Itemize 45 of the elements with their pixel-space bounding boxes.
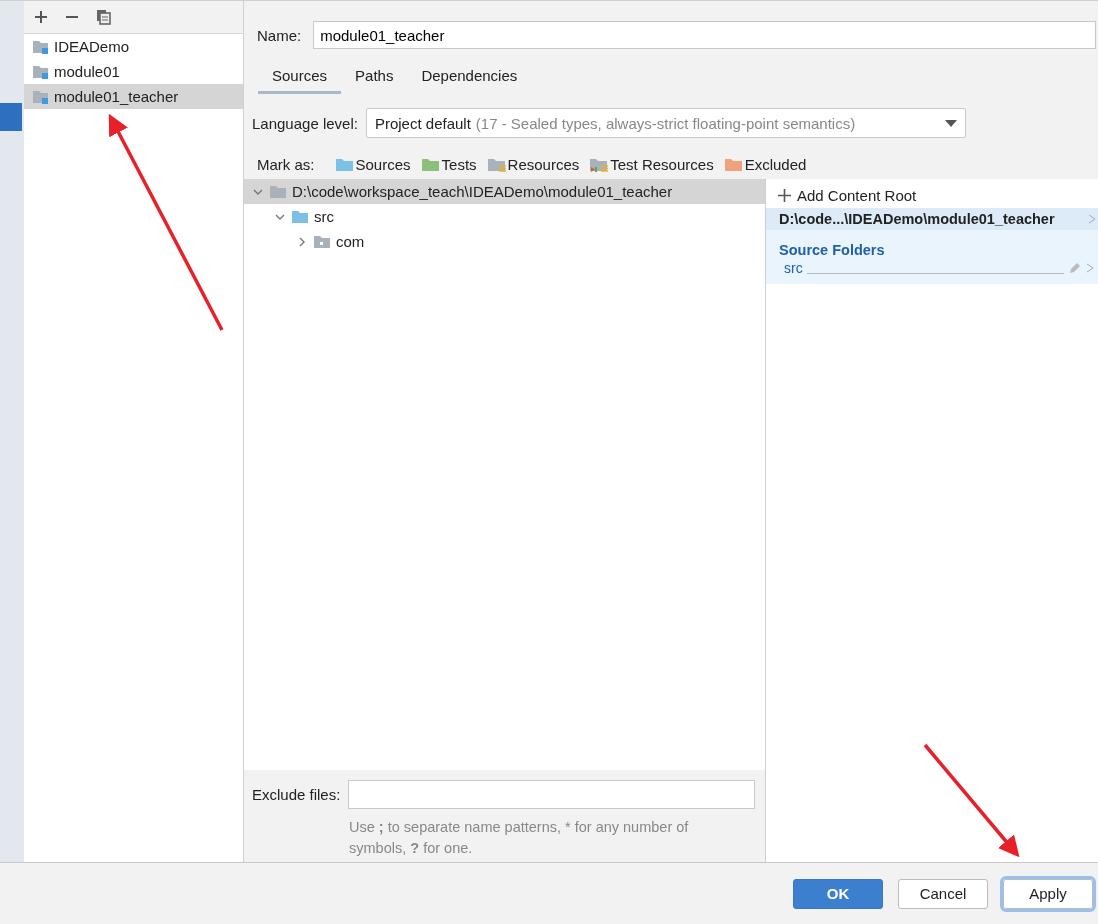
name-field[interactable]: module01_teacher	[313, 21, 1096, 49]
copy-icon[interactable]	[96, 9, 112, 25]
selection-marker	[0, 103, 22, 131]
content-root-path: D:\code...\IDEADemo\module01_teacher	[779, 211, 1055, 227]
dialog-button[interactable]: Cancel	[898, 878, 988, 909]
module-item[interactable]: module01	[24, 59, 243, 84]
language-level-label: Language level:	[252, 114, 358, 132]
folder-icon	[486, 156, 507, 173]
name-label: Name:	[257, 26, 302, 44]
caret-icon	[944, 120, 957, 127]
mark-as-button[interactable]: Tests	[420, 156, 477, 173]
folder-icon	[723, 156, 744, 173]
section-title: Source Folders	[778, 241, 886, 260]
module-item[interactable]: module01_teacher	[24, 84, 243, 109]
add-icon	[778, 189, 791, 202]
module-folder-icon	[32, 38, 50, 55]
folder-icon	[589, 156, 610, 173]
tree-item[interactable]: src	[244, 204, 765, 229]
dialog-button[interactable]: Apply	[1003, 878, 1093, 909]
mark-as-label: Mark as:	[257, 156, 315, 173]
folder-icon	[334, 156, 355, 173]
folder-icon	[269, 183, 287, 200]
module-folder-icon	[32, 63, 50, 80]
tree-root-item[interactable]: D:\code\workspace_teach\IDEADemo\module01_teacher	[244, 179, 765, 204]
folder-icon	[420, 156, 441, 173]
exclude-files-label: Exclude files:	[252, 786, 341, 803]
module-item[interactable]: IDEADemo	[24, 34, 243, 59]
mark-as-button[interactable]: Excluded	[723, 156, 807, 173]
exclude-files-field[interactable]	[348, 780, 755, 809]
language-level-dropdown[interactable]: Project default (17 - Sealed types, always-strict floating-point semantics)	[365, 108, 966, 138]
mark-as-button[interactable]: Sources	[334, 156, 411, 173]
folder-icon	[291, 208, 309, 225]
add-icon[interactable]	[34, 10, 48, 24]
tab[interactable]: Sources	[258, 61, 342, 94]
help-text: Use ; to separate name patterns, * for any number of symbols, ? for one.	[349, 818, 690, 858]
tab[interactable]: Paths	[341, 61, 408, 94]
module-folder-icon	[32, 88, 50, 105]
mark-as-button[interactable]: Resources	[486, 156, 580, 173]
add-content-root-button[interactable]: Add Content Root	[766, 179, 929, 208]
mark-as-button[interactable]: Test Resources	[589, 156, 714, 173]
tree-item[interactable]: com	[244, 229, 765, 254]
tab[interactable]: Dependencies	[407, 61, 532, 94]
folder-path[interactable]: src	[784, 260, 803, 276]
folder-icon	[313, 233, 331, 250]
dialog-button[interactable]: OK	[793, 878, 883, 909]
